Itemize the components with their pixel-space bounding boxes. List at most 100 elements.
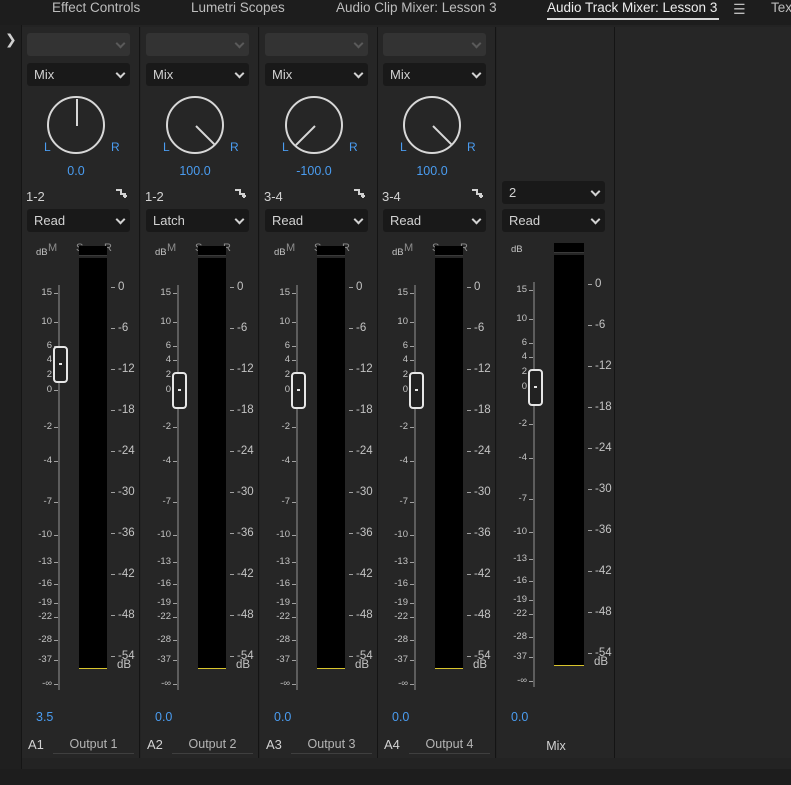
pan-value[interactable]: 100.0 xyxy=(141,164,249,178)
meter-tick-label: -12 xyxy=(356,363,373,375)
pan-knob[interactable] xyxy=(47,96,105,154)
chevron-right-icon[interactable]: ❯ xyxy=(5,31,17,48)
meter-tick-mark xyxy=(467,574,471,575)
meter-tick-label: -42 xyxy=(595,565,612,577)
output-select[interactable]: Output 3 xyxy=(291,737,372,754)
master-volume-value[interactable]: 0.0 xyxy=(511,710,528,724)
automation-mode-dropdown[interactable]: Read xyxy=(265,209,368,232)
volume-fader-handle[interactable] xyxy=(172,372,187,409)
meter-tick-label: -30 xyxy=(356,486,373,498)
fader-tick-mark xyxy=(173,461,177,462)
fader-db-label: dB xyxy=(511,244,523,255)
mix-mode-dropdown[interactable]: Mix xyxy=(146,63,249,86)
tab-audio-track-mixer[interactable]: Audio Track Mixer: Lesson 3 xyxy=(547,0,720,22)
routing-icon[interactable] xyxy=(471,187,485,199)
routing-icon[interactable] xyxy=(115,187,129,199)
output-select[interactable]: Output 1 xyxy=(53,737,134,754)
tab-text[interactable]: Tex xyxy=(771,0,791,22)
meter-tick-mark xyxy=(467,369,471,370)
volume-fader-handle[interactable] xyxy=(291,372,306,409)
volume-value[interactable]: 3.5 xyxy=(36,710,53,724)
pan-knob[interactable] xyxy=(403,96,461,154)
meter-tick-label: -36 xyxy=(474,527,491,539)
volume-value[interactable]: 0.0 xyxy=(392,710,409,724)
meter-tick-mark xyxy=(588,653,592,654)
mute-button[interactable]: M xyxy=(286,242,295,254)
volume-fader-handle[interactable] xyxy=(409,372,424,409)
fader-tick-mark xyxy=(54,660,58,661)
fader-tick-label: 2 xyxy=(402,369,408,380)
mix-mode-dropdown[interactable]: Mix xyxy=(265,63,368,86)
mute-button[interactable]: M xyxy=(404,242,413,254)
tab-lumetri-scopes[interactable]: Lumetri Scopes xyxy=(191,0,285,22)
master-automation-dropdown[interactable]: Read xyxy=(502,209,605,232)
fader-tick-mark xyxy=(54,584,58,585)
meter-tick-mark xyxy=(588,407,592,408)
chevron-down-icon xyxy=(590,214,601,225)
effect-select-dropdown[interactable] xyxy=(146,33,249,56)
routing-icon[interactable] xyxy=(234,187,248,199)
fader-tick-mark xyxy=(54,390,58,391)
meter-tick-mark xyxy=(588,571,592,572)
output-select[interactable]: Output 4 xyxy=(409,737,490,754)
routing-icon[interactable] xyxy=(353,187,367,199)
mix-mode-value: Mix xyxy=(272,67,293,82)
effect-select-dropdown[interactable] xyxy=(27,33,130,56)
meter-tick-label: -24 xyxy=(356,445,373,457)
automation-mode-dropdown[interactable]: Latch xyxy=(146,209,249,232)
chevron-down-icon xyxy=(115,214,126,225)
mute-button[interactable]: M xyxy=(48,242,57,254)
fader-track xyxy=(414,285,416,690)
mute-button[interactable]: M xyxy=(167,242,176,254)
fader-tick-label: -2 xyxy=(281,421,290,432)
automation-mode-dropdown[interactable]: Read xyxy=(383,209,486,232)
tab-audio-clip-mixer[interactable]: Audio Clip Mixer: Lesson 3 xyxy=(336,0,497,22)
effect-select-dropdown[interactable] xyxy=(383,33,486,56)
fader-tick-label: 15 xyxy=(516,284,527,295)
fader-tick-label: 4 xyxy=(165,354,171,365)
meter-db-label: dB xyxy=(473,659,488,671)
mix-mode-dropdown[interactable]: Mix xyxy=(27,63,130,86)
fader-tick-label: 6 xyxy=(521,337,527,348)
fader-tick-mark xyxy=(410,322,414,323)
fader-tick-mark xyxy=(173,535,177,536)
channel-label: 3-4 xyxy=(264,189,283,204)
meter-tick-mark xyxy=(230,533,234,534)
output-select[interactable]: Output 2 xyxy=(172,737,253,754)
fader-db-label: dB xyxy=(155,247,167,258)
meter-tick-label: -30 xyxy=(237,486,254,498)
meter-tick-mark xyxy=(230,287,234,288)
meter-tick-label: -24 xyxy=(118,445,135,457)
volume-fader-handle[interactable] xyxy=(53,345,68,383)
meter-tick-mark xyxy=(349,410,353,411)
pan-value[interactable]: 100.0 xyxy=(378,164,486,178)
master-strip: 2 Read dB 15 10 6 4 2 0 -2 -4 -7 -10 -13 -16 -19 -22 -28 -… xyxy=(497,27,615,758)
pan-value[interactable]: -100.0 xyxy=(260,164,368,178)
fader-tick-label: -37 xyxy=(38,654,52,665)
pan-value[interactable]: 0.0 xyxy=(22,164,130,178)
meter-tick-mark xyxy=(230,328,234,329)
meter-tick-mark xyxy=(349,369,353,370)
pan-left-label: L xyxy=(282,140,289,154)
pan-knob[interactable] xyxy=(166,96,224,154)
tab-effect-controls[interactable]: Effect Controls xyxy=(52,0,140,22)
fader-tick-mark xyxy=(529,532,533,533)
volume-value[interactable]: 0.0 xyxy=(274,710,291,724)
meter-tick-mark xyxy=(111,533,115,534)
meter-tick-label: 0 xyxy=(118,281,125,293)
meter-tick-mark xyxy=(111,451,115,452)
pan-knob[interactable] xyxy=(285,96,343,154)
meter-tick-label: -48 xyxy=(118,609,135,621)
pan-knob-pointer xyxy=(76,99,78,126)
master-channel-dropdown[interactable]: 2 xyxy=(502,181,605,204)
fader-tick-label: -22 xyxy=(157,611,171,622)
automation-mode-dropdown[interactable]: Read xyxy=(27,209,130,232)
effect-select-dropdown[interactable] xyxy=(265,33,368,56)
fader-tick-label: -28 xyxy=(513,631,527,642)
panel-menu-icon[interactable]: ☰ xyxy=(733,1,746,18)
meter-tick-label: -42 xyxy=(118,568,135,580)
volume-value[interactable]: 0.0 xyxy=(155,710,172,724)
mix-mode-dropdown[interactable]: Mix xyxy=(383,63,486,86)
meter-tick-mark xyxy=(467,615,471,616)
master-volume-fader-handle[interactable] xyxy=(528,369,543,406)
